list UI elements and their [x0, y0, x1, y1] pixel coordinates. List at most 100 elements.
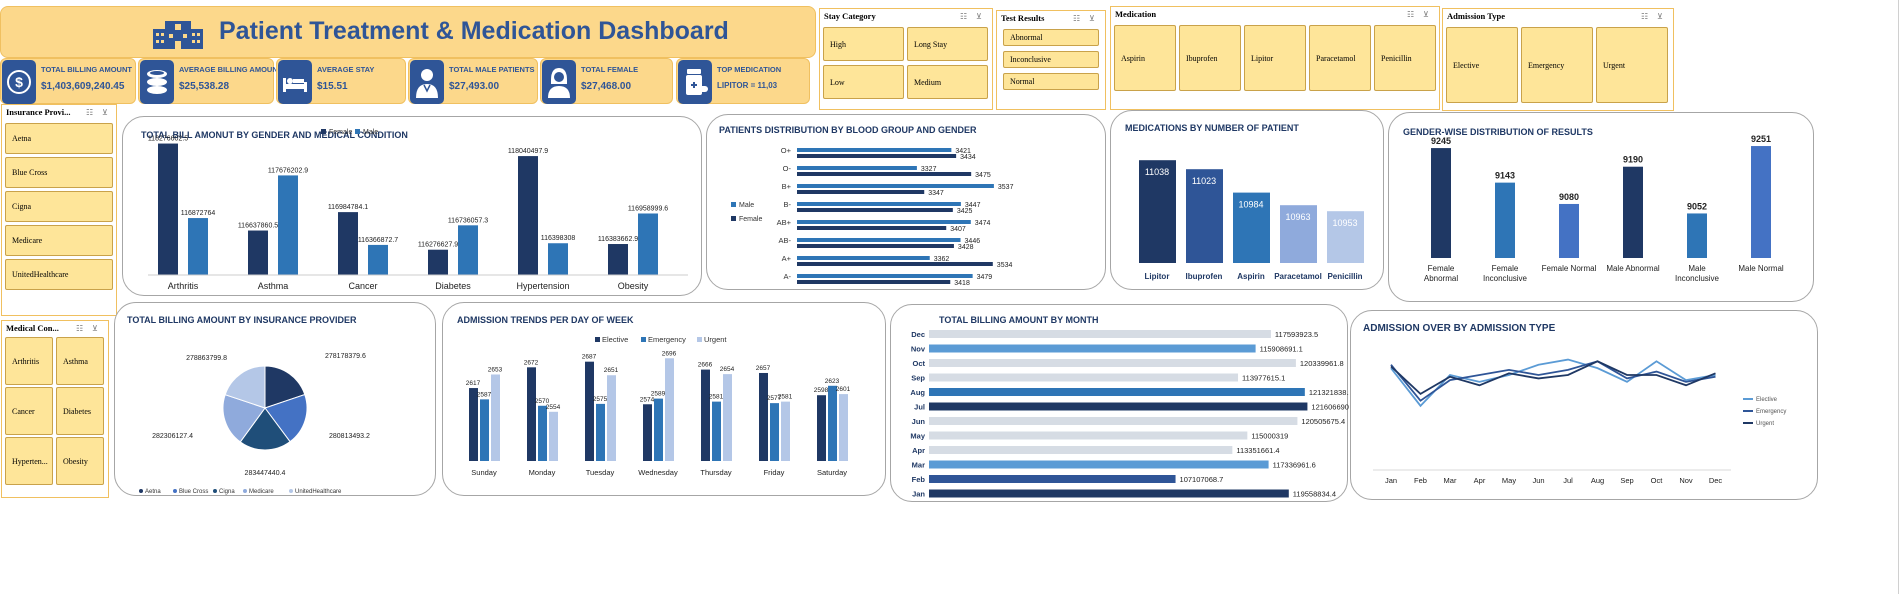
tick-label: Oct	[1651, 476, 1664, 485]
bar	[797, 226, 947, 230]
slicer-item[interactable]: Aetna	[5, 123, 113, 154]
slicer-item[interactable]: Cancer	[5, 387, 53, 435]
slicer-item[interactable]: Arthritis	[5, 337, 53, 385]
data-label: 10963	[1285, 212, 1310, 222]
data-label: 2623	[825, 378, 840, 385]
bar	[607, 375, 616, 461]
tick-label-line: Abnormal	[1424, 274, 1458, 283]
slicer-item[interactable]: Obesity	[56, 437, 104, 485]
tick-label: AB+	[777, 218, 792, 227]
slicer-item[interactable]: Aspirin	[1114, 25, 1176, 91]
data-label: 116398308	[541, 235, 576, 242]
data-label: 3327	[921, 166, 937, 173]
legend-label: Emergency	[648, 335, 686, 344]
bar	[929, 489, 1289, 498]
data-label: 2666	[698, 362, 713, 369]
slicer-item[interactable]: Medicare	[5, 225, 113, 256]
data-label: 3418	[954, 280, 970, 287]
slicer-item[interactable]: Long Stay	[907, 27, 988, 61]
slicer-item[interactable]: Asthma	[56, 337, 104, 385]
slicer-item[interactable]: Cigna	[5, 191, 113, 222]
bar	[797, 274, 973, 278]
bar	[929, 359, 1296, 367]
clear-filter-icon[interactable]: ⊻	[92, 324, 98, 333]
data-label: 120339961.8	[1300, 359, 1344, 368]
slicer-item[interactable]: Diabetes	[56, 387, 104, 435]
chart-bill-gender-condition: Female Male 118276602.5 116872764 Arthritis 1…	[148, 129, 688, 291]
bar	[701, 369, 710, 461]
slicer-item[interactable]: Urgent	[1596, 27, 1668, 103]
tick-label: Aspirin	[1237, 272, 1265, 281]
tick-label: Hypertension	[516, 281, 569, 291]
data-label: 10953	[1332, 218, 1357, 228]
bar	[797, 280, 951, 284]
bar	[596, 403, 605, 461]
slicer-item[interactable]: High	[823, 27, 904, 61]
slicer-item[interactable]: Penicillin	[1374, 25, 1436, 91]
slicer-item[interactable]: Ibuprofen	[1179, 25, 1241, 91]
slicer-title: Test Results	[1001, 13, 1045, 23]
slicer-item[interactable]: Normal	[1003, 73, 1099, 90]
tick-label: A-	[784, 272, 792, 281]
bar	[770, 403, 779, 461]
slicer-item[interactable]: Inconclusive	[1003, 51, 1099, 68]
chart-blood-gender: MaleFemaleO+ 34213434O- 33273475B+ 35373347…	[731, 146, 1014, 287]
multi-select-icon[interactable]: ☷	[1407, 10, 1414, 19]
data-label: 116872764	[181, 210, 216, 217]
data-label: 3362	[934, 256, 950, 263]
slicer-item[interactable]: Abnormal	[1003, 29, 1099, 46]
bar	[712, 401, 721, 461]
slicer-item[interactable]: UnitedHealthcare	[5, 259, 113, 290]
series-line	[1390, 360, 1716, 395]
tick-label: Apr	[912, 446, 925, 455]
slicer-item[interactable]: Lipitor	[1244, 25, 1306, 91]
multi-select-icon[interactable]: ☷	[1641, 12, 1648, 21]
vertical-scrollbar[interactable]	[1898, 0, 1899, 594]
multi-select-icon[interactable]: ☷	[86, 108, 93, 117]
bar	[1495, 182, 1515, 258]
bar	[929, 475, 1176, 483]
slicer-item[interactable]: Hyperten...	[5, 437, 53, 485]
tick-label: Feb	[1414, 476, 1427, 485]
bar	[585, 361, 594, 461]
slicer-insurance-provider: Insurance Provi... ☷ ⊻ Aetna Blue Cross …	[1, 104, 117, 316]
tick-label: Jun	[1532, 476, 1544, 485]
clear-filter-icon[interactable]: ⊻	[1423, 10, 1429, 19]
data-label: 117676202.9	[268, 167, 308, 174]
tick-label: Nov	[1679, 476, 1693, 485]
legend-swatch	[243, 489, 247, 493]
data-label: 9143	[1495, 171, 1515, 181]
multi-select-icon[interactable]: ☷	[76, 324, 83, 333]
multi-select-icon[interactable]: ☷	[1073, 14, 1080, 23]
slicer-item[interactable]: Emergency	[1521, 27, 1593, 103]
clear-filter-icon[interactable]: ⊻	[1657, 12, 1663, 21]
bar	[797, 148, 952, 152]
data-label: 2654	[720, 366, 735, 373]
tick-label: B+	[782, 182, 792, 191]
data-label: 121606690.1	[1311, 403, 1349, 412]
kpi-label: TOTAL FEMALE	[581, 65, 639, 74]
clear-filter-icon[interactable]: ⊻	[976, 12, 982, 21]
tick-label: Arthritis	[168, 281, 199, 291]
data-label: 2651	[604, 367, 619, 374]
tick-label: AB-	[778, 236, 791, 245]
clear-filter-icon[interactable]: ⊻	[102, 108, 108, 117]
multi-select-icon[interactable]: ☷	[960, 12, 967, 21]
tick-label: O+	[781, 146, 792, 155]
kpi-value: $1,403,609,240.45	[41, 81, 125, 92]
slicer-item[interactable]: Low	[823, 65, 904, 99]
clear-filter-icon[interactable]: ⊻	[1089, 14, 1095, 23]
chart-medications: 11038 Lipitor 11023 Ibuprofen 10984 Aspirin 10…	[1139, 160, 1364, 281]
slicer-item[interactable]: Blue Cross	[5, 157, 113, 188]
slicer-item[interactable]: Medium	[907, 65, 988, 99]
bar	[338, 212, 358, 275]
slicer-item[interactable]: Elective	[1446, 27, 1518, 103]
kpi-total-billing: $ TOTAL BILLING AMOUNT $1,403,609,240.45	[0, 58, 136, 104]
slicer-admission-type: Admission Type ☷ ⊻ Elective Emergency Ur…	[1442, 8, 1674, 111]
tick-label: Saturday	[817, 468, 847, 477]
bar	[188, 218, 208, 275]
legend-label: Urgent	[704, 335, 727, 344]
tick-label: Mar	[912, 461, 925, 470]
chart-panel-bill-gender-condition: TOTAL BILL AMONUT BY GENDER AND MEDICAL …	[122, 116, 702, 296]
slicer-item[interactable]: Paracetamol	[1309, 25, 1371, 91]
